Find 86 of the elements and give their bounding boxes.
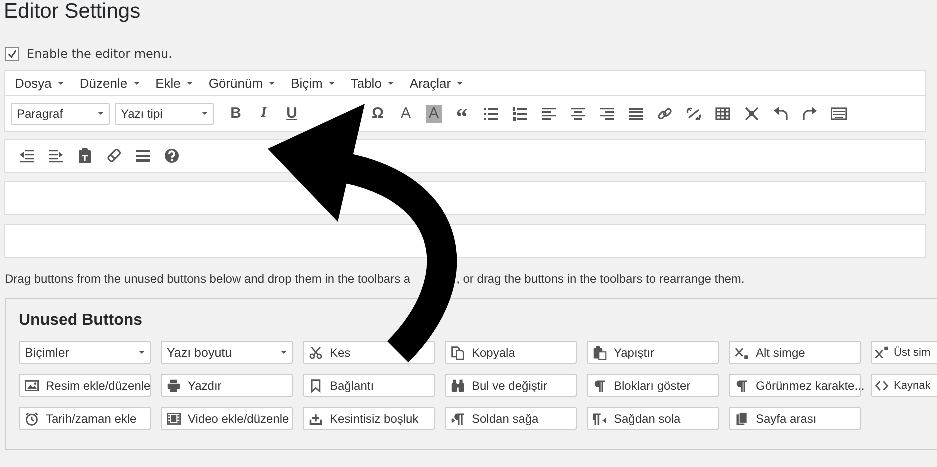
toolbar-button[interactable]: Yapıştır xyxy=(587,341,719,364)
toolbar-button[interactable]: Sağdan sola xyxy=(587,407,719,430)
superscript-icon xyxy=(875,346,889,360)
toolbar-button[interactable]: Bul ve değiştir xyxy=(445,374,577,397)
caret-icon xyxy=(186,82,193,84)
image-icon xyxy=(25,378,39,392)
eraser-icon[interactable] xyxy=(106,148,122,164)
align-right-icon[interactable] xyxy=(598,106,614,122)
binoculars-icon xyxy=(451,378,465,392)
lines-icon[interactable] xyxy=(134,148,150,164)
page-title: Editor Settings xyxy=(4,0,141,24)
checkbox-label: Enable the editor menu. xyxy=(27,47,172,61)
caret-icon xyxy=(328,82,335,84)
pilcrow-icon xyxy=(593,378,607,392)
toolbar-button[interactable]: Sayfa arası xyxy=(729,407,861,430)
copy-icon xyxy=(451,346,465,360)
table-icon[interactable] xyxy=(714,106,730,122)
redo-icon[interactable] xyxy=(802,106,818,122)
toolbar-button[interactable]: Üst sim xyxy=(871,341,937,364)
dropdown[interactable]: Yazı tipi xyxy=(115,102,214,124)
bullet-list-icon[interactable] xyxy=(482,106,498,122)
toolbar-button[interactable]: Ω xyxy=(370,102,386,126)
panel-title: Unused Buttons xyxy=(19,312,143,330)
paste-icon xyxy=(593,346,607,360)
toolbar-button[interactable]: A xyxy=(398,102,414,126)
description-text: Drag buttons from the unused buttons below and drop them in the toolbars a xyxy=(5,272,411,286)
menu-item[interactable]: Dosya xyxy=(15,76,64,90)
justify-icon[interactable] xyxy=(628,106,644,122)
keyboard-icon[interactable] xyxy=(830,106,846,122)
caret-icon xyxy=(98,112,104,115)
checkbox[interactable] xyxy=(5,47,19,61)
align-center-icon[interactable] xyxy=(570,106,586,122)
indent-icon[interactable] xyxy=(48,148,64,164)
scissors-icon xyxy=(309,346,323,360)
clock-icon xyxy=(25,412,39,426)
pilcrow-icon xyxy=(735,378,749,392)
caret-icon xyxy=(139,351,145,354)
pilcrow-arrow-icon xyxy=(451,412,465,426)
caret-icon xyxy=(281,351,287,354)
toolbar-button[interactable]: Video ekle/düzenle xyxy=(161,407,293,430)
film-icon xyxy=(167,412,181,426)
dropdown[interactable]: Paragraf xyxy=(11,102,110,124)
menu-item[interactable]: Araçlar xyxy=(410,76,464,90)
toolbar-button[interactable]: Tarih/zaman ekle xyxy=(19,407,151,430)
pages-icon xyxy=(735,412,749,426)
code-icon xyxy=(875,378,889,392)
toolbar-button[interactable]: Soldan sağa xyxy=(445,407,577,430)
caret-icon xyxy=(58,82,64,84)
toolbar-button[interactable]: Kopyala xyxy=(445,341,577,364)
toolbar-button[interactable]: Kesintisiz boşluk xyxy=(303,407,435,430)
pilcrow-arrow-icon xyxy=(593,412,607,426)
caret-icon xyxy=(388,82,394,84)
caret-icon xyxy=(134,82,140,84)
toolbar-button[interactable]: Resim ekle/düzenle xyxy=(19,374,151,397)
toolbar-button[interactable]: I xyxy=(256,102,272,126)
menu-item[interactable]: Ekle xyxy=(156,76,193,90)
caret-icon xyxy=(202,112,208,115)
toolbar-button[interactable]: Yazdır xyxy=(161,374,293,397)
outdent-icon[interactable] xyxy=(18,148,34,164)
help-icon[interactable] xyxy=(164,148,180,164)
fullscreen-icon[interactable] xyxy=(744,106,760,122)
toolbar-button[interactable]: Alt simge xyxy=(729,341,861,364)
caret-icon xyxy=(457,82,464,84)
toolbar-button[interactable]: “ xyxy=(454,106,470,130)
insert-icon xyxy=(309,412,323,426)
clipboard-icon[interactable] xyxy=(76,148,92,164)
align-left-icon[interactable] xyxy=(540,106,556,122)
dropdown[interactable]: Yazı boyutu xyxy=(161,341,293,364)
dropdown[interactable]: Biçimler xyxy=(19,341,151,364)
caret-icon xyxy=(269,82,276,84)
numbered-list-icon[interactable] xyxy=(512,106,528,122)
menu-item[interactable]: Biçim xyxy=(291,76,335,90)
toolbar-button[interactable]: Kaynak xyxy=(871,374,937,397)
bookmark-icon xyxy=(309,378,323,392)
menu-item[interactable]: Düzenle xyxy=(80,76,140,90)
undo-icon[interactable] xyxy=(772,106,788,122)
menu-item[interactable]: Görünüm xyxy=(208,76,276,90)
toolbar-button[interactable]: U xyxy=(284,102,300,126)
link-icon[interactable] xyxy=(656,106,672,122)
toolbar-button[interactable]: Bağlantı xyxy=(303,374,435,397)
description-text: , or drag the buttons in the toolbars to rearrange them. xyxy=(456,272,745,286)
menu-item[interactable]: Tablo xyxy=(350,76,394,90)
toolbar-button[interactable]: B xyxy=(228,102,244,126)
toolbar-button[interactable]: Blokları göster xyxy=(587,374,719,397)
subscript-icon xyxy=(735,346,749,360)
printer-icon xyxy=(167,378,181,392)
